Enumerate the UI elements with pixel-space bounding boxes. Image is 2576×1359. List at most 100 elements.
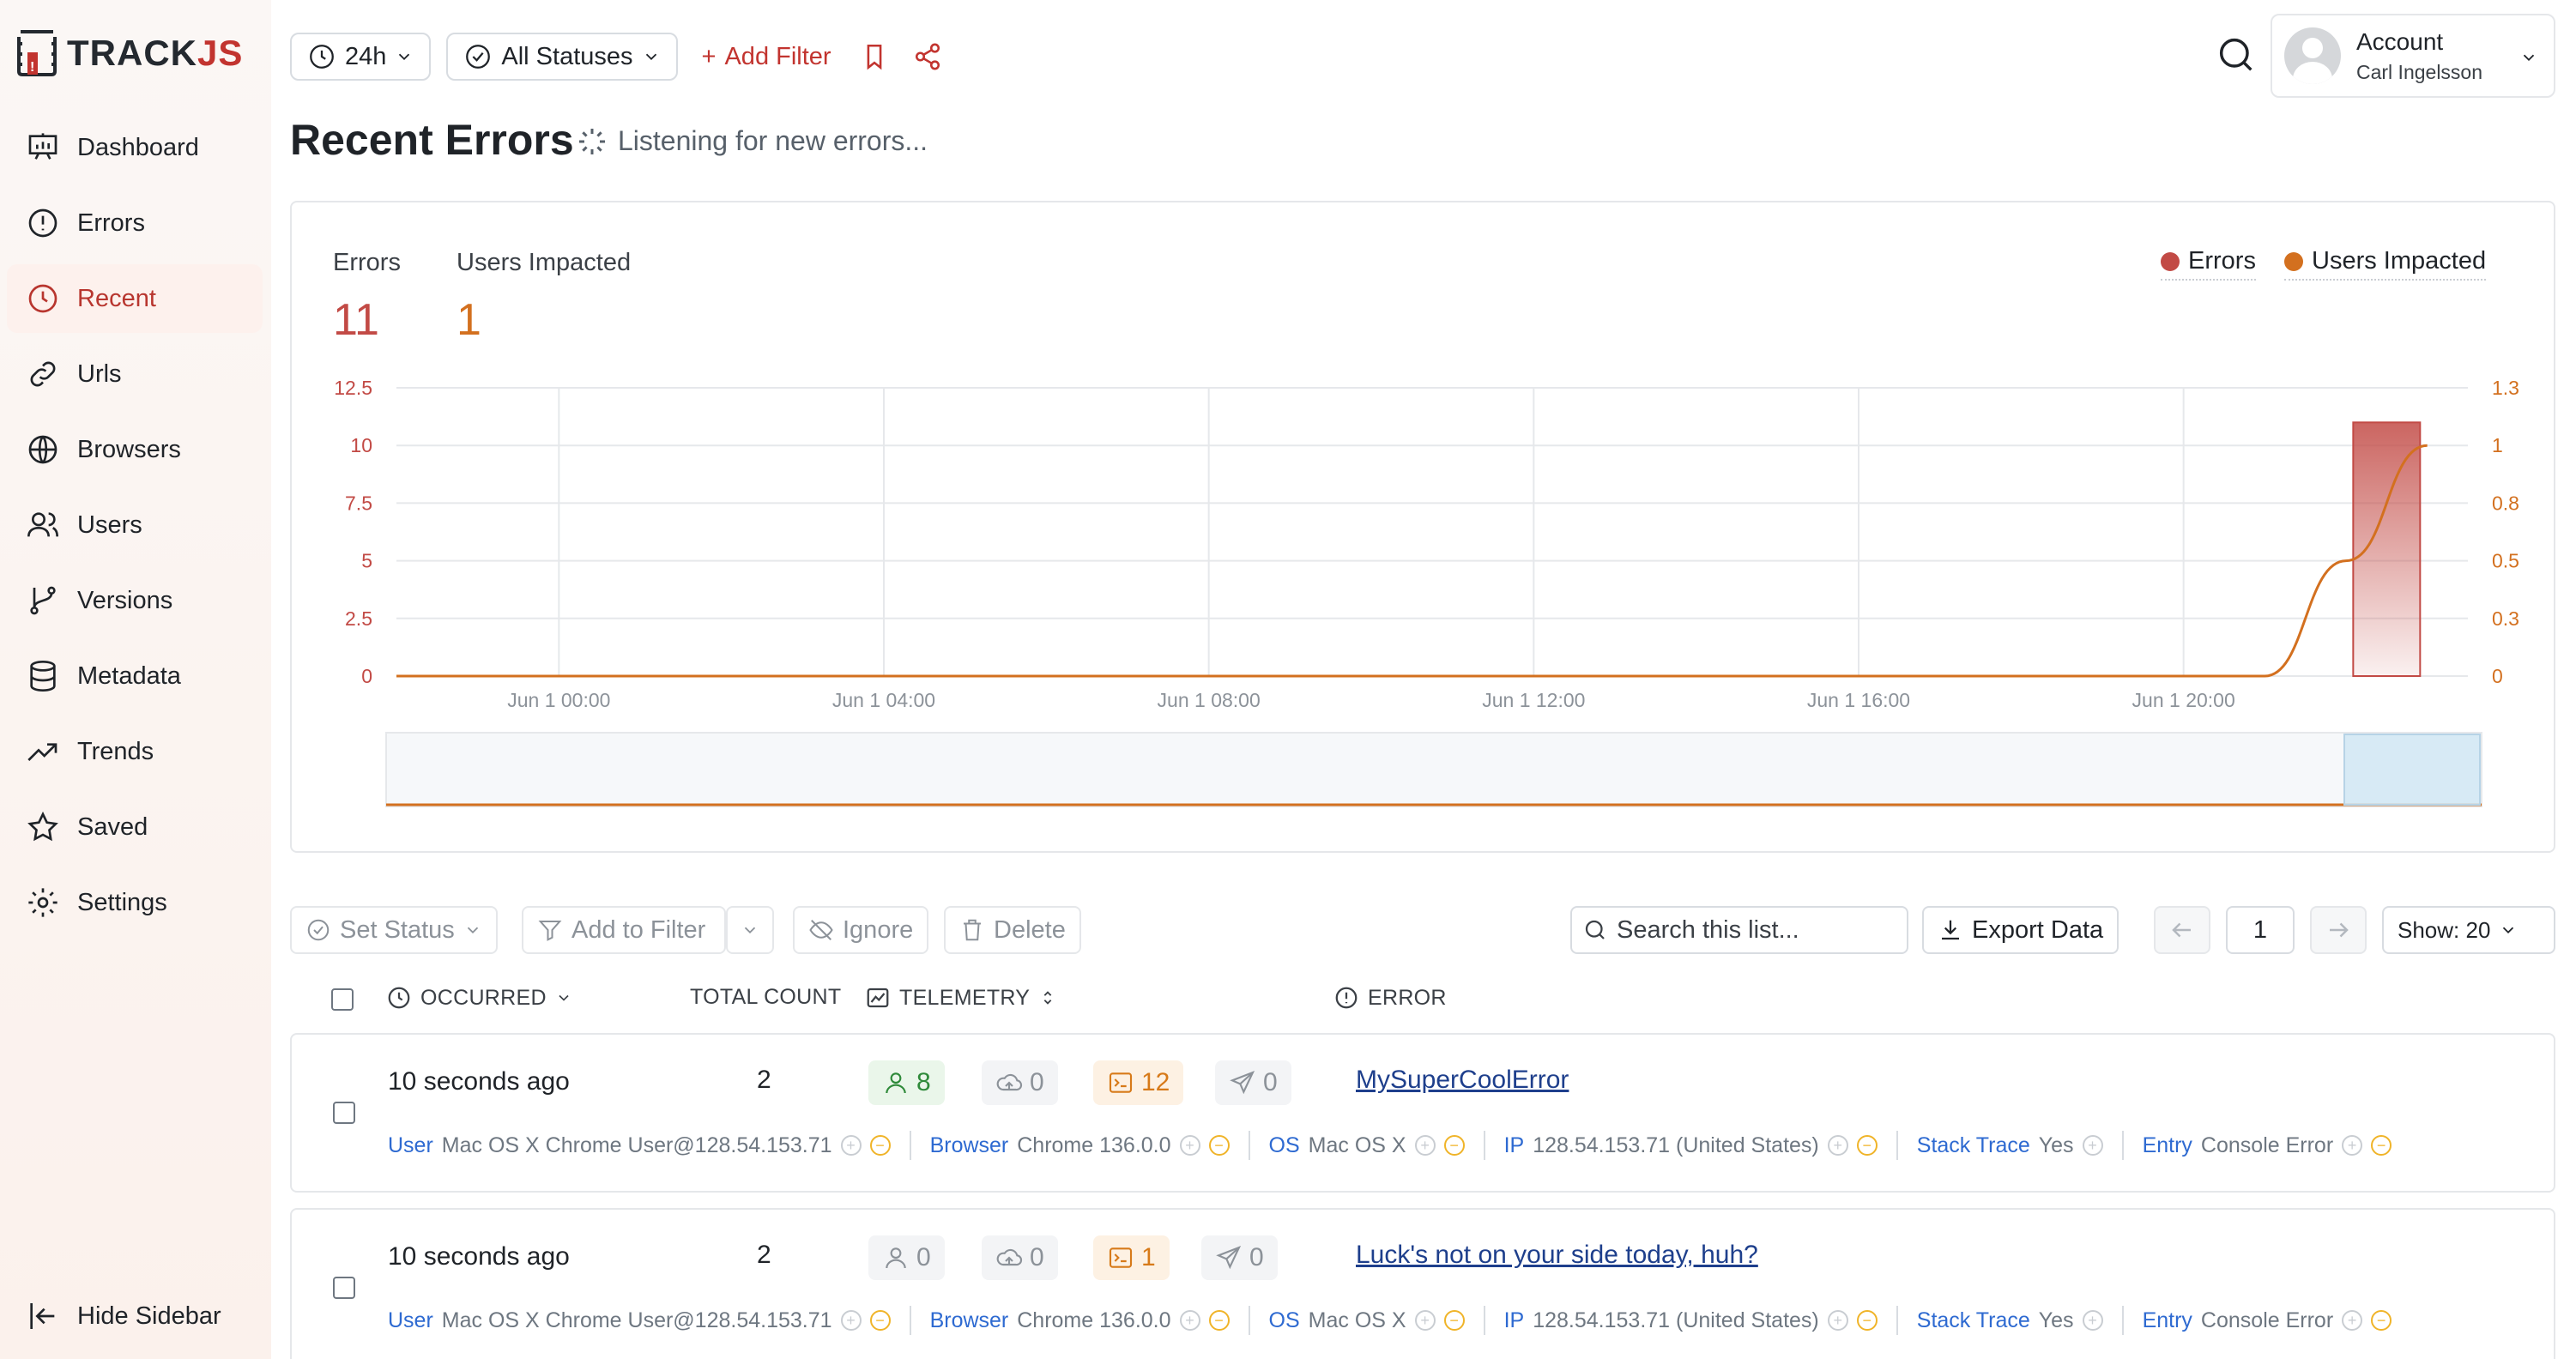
share-icon xyxy=(915,43,940,70)
add-filter-button[interactable]: + Add Filter xyxy=(693,43,840,71)
meta-ip-value: 128.54.153.71 (United States) xyxy=(1533,1308,1819,1332)
add-filter-icon[interactable]: + xyxy=(1827,1135,1848,1156)
meta-os-value: Mac OS X xyxy=(1308,1132,1406,1157)
select-all-checkbox[interactable] xyxy=(331,988,354,1011)
sidebar-item-dashboard[interactable]: Dashboard xyxy=(7,113,263,182)
add-filter-icon[interactable]: + xyxy=(1179,1135,1200,1156)
telemetry-console-count: 1 xyxy=(1141,1243,1156,1271)
check-circle-icon xyxy=(466,45,491,69)
exclude-filter-icon[interactable]: − xyxy=(1208,1135,1230,1156)
sidebar-item-recent[interactable]: Recent xyxy=(7,264,263,333)
meta-os-key: OS xyxy=(1268,1308,1300,1332)
add-filter-icon[interactable]: + xyxy=(2082,1135,2103,1156)
exclude-filter-icon[interactable]: − xyxy=(869,1135,891,1156)
add-filter-icon[interactable]: + xyxy=(1827,1310,1848,1331)
row-checkbox[interactable] xyxy=(333,1102,355,1124)
exclude-filter-icon[interactable]: − xyxy=(1443,1310,1465,1331)
sidebar-item-versions[interactable]: Versions xyxy=(7,566,263,635)
add-filter-icon[interactable]: + xyxy=(2082,1310,2103,1331)
y-right-tick-label: 0.3 xyxy=(2492,607,2519,630)
bookmark-button[interactable] xyxy=(856,38,893,76)
x-tick-label: Jun 1 12:00 xyxy=(1482,689,1585,711)
dashboard-icon xyxy=(28,133,57,160)
divider xyxy=(909,1306,911,1335)
exclude-filter-icon[interactable]: − xyxy=(1856,1310,1878,1331)
y-left-tick-label: 5 xyxy=(361,550,372,572)
ignore-button[interactable]: Ignore xyxy=(793,906,929,954)
next-page-button[interactable] xyxy=(2310,906,2367,954)
add-filter-icon[interactable]: + xyxy=(2342,1135,2363,1156)
exclude-filter-icon[interactable]: − xyxy=(1443,1135,1465,1156)
sidebar-item-users[interactable]: Users xyxy=(7,491,263,559)
add-filter-icon[interactable]: + xyxy=(2342,1310,2363,1331)
account-menu[interactable]: Account Carl Ingelsson xyxy=(2271,14,2555,98)
status-select[interactable]: All Statuses xyxy=(446,33,678,81)
sidebar-item-errors[interactable]: Errors xyxy=(7,189,263,257)
exclude-filter-icon[interactable]: − xyxy=(1208,1310,1230,1331)
telemetry-network: 0 xyxy=(982,1235,1058,1280)
sidebar-item-label: Users xyxy=(77,510,142,539)
row-total-count: 2 xyxy=(757,1241,771,1269)
column-telemetry[interactable]: TELEMETRY xyxy=(865,985,1057,1011)
sidebar-item-label: Recent xyxy=(77,284,156,312)
error-message-link[interactable]: Luck's not on your side today, huh? xyxy=(1356,1241,1758,1270)
add-filter-icon[interactable]: + xyxy=(1179,1310,1200,1331)
x-tick-label: Jun 1 16:00 xyxy=(1807,689,1910,711)
chevron-down-icon xyxy=(467,927,478,934)
chevron-down-icon xyxy=(645,53,656,61)
add-filter-icon[interactable]: + xyxy=(840,1310,862,1331)
y-right-tick-label: 0 xyxy=(2492,665,2503,687)
exclude-filter-icon[interactable]: − xyxy=(869,1310,891,1331)
list-search-input[interactable]: Search this list... xyxy=(1570,906,1908,954)
add-to-filter-dropdown[interactable] xyxy=(726,906,774,954)
error-row[interactable]: 10 seconds ago 2 8 0 12 0 MySuperCoolErr… xyxy=(290,1033,2555,1193)
collapse-left-icon xyxy=(30,1303,55,1329)
list-toolbar: Set Status Add to Filter Ignore Delete S… xyxy=(290,906,2555,954)
trash-icon xyxy=(964,919,981,941)
sidebar-item-label: Errors xyxy=(77,208,145,237)
x-tick-label: Jun 1 08:00 xyxy=(1158,689,1261,711)
exclude-filter-icon[interactable]: − xyxy=(2371,1310,2392,1331)
prev-page-button[interactable] xyxy=(2154,906,2210,954)
meta-user-key: User xyxy=(388,1132,433,1157)
add-filter-icon[interactable]: + xyxy=(1414,1135,1436,1156)
set-status-button[interactable]: Set Status xyxy=(290,906,498,954)
add-filter-icon[interactable]: + xyxy=(840,1135,862,1156)
search-icon[interactable] xyxy=(2214,33,2259,77)
link-icon xyxy=(30,361,56,387)
account-title: Account xyxy=(2356,27,2444,55)
page-size-select[interactable]: Show: 20 xyxy=(2382,906,2555,954)
telemetry-users: 8 xyxy=(868,1060,945,1105)
delete-button[interactable]: Delete xyxy=(944,906,1081,954)
exclude-filter-icon[interactable]: − xyxy=(2371,1135,2392,1156)
error-row[interactable]: 10 seconds ago 2 0 0 1 0 Luck's not on y… xyxy=(290,1208,2555,1359)
column-occurred[interactable]: OCCURRED xyxy=(386,985,572,1011)
clock-icon xyxy=(28,284,57,313)
telemetry-users: 0 xyxy=(868,1235,945,1280)
error-message-link[interactable]: MySuperCoolError xyxy=(1356,1066,1569,1095)
avatar xyxy=(2284,27,2341,84)
export-data-button[interactable]: Export Data xyxy=(1922,906,2119,954)
share-button[interactable] xyxy=(909,38,946,76)
x-tick-label: Jun 1 20:00 xyxy=(2132,689,2235,711)
logo-text-js: JS xyxy=(197,33,244,73)
sidebar-item-urls[interactable]: Urls xyxy=(7,340,263,408)
divider xyxy=(909,1131,911,1160)
page-number-input[interactable]: 1 xyxy=(2226,906,2295,954)
trackjs-logo[interactable]: ! TRACKJS xyxy=(14,27,243,79)
add-filter-icon[interactable]: + xyxy=(1414,1310,1436,1331)
meta-entry-key: Entry xyxy=(2142,1308,2192,1332)
sidebar-item-settings[interactable]: Settings xyxy=(7,868,263,937)
arrow-left-icon xyxy=(2172,922,2191,938)
sidebar-item-metadata[interactable]: Metadata xyxy=(7,642,263,710)
sidebar-item-trends[interactable]: Trends xyxy=(7,717,263,786)
hide-sidebar-button[interactable]: Hide Sidebar xyxy=(26,1299,221,1333)
add-to-filter-button[interactable]: Add to Filter xyxy=(522,906,726,954)
row-checkbox[interactable] xyxy=(333,1277,355,1299)
sidebar-item-saved[interactable]: Saved xyxy=(7,793,263,861)
sidebar-item-browsers[interactable]: Browsers xyxy=(7,415,263,484)
chevron-down-icon xyxy=(2503,927,2514,934)
exclude-filter-icon[interactable]: − xyxy=(1856,1135,1878,1156)
check-circle-icon xyxy=(307,919,330,941)
time-range-select[interactable]: 24h xyxy=(290,33,432,81)
